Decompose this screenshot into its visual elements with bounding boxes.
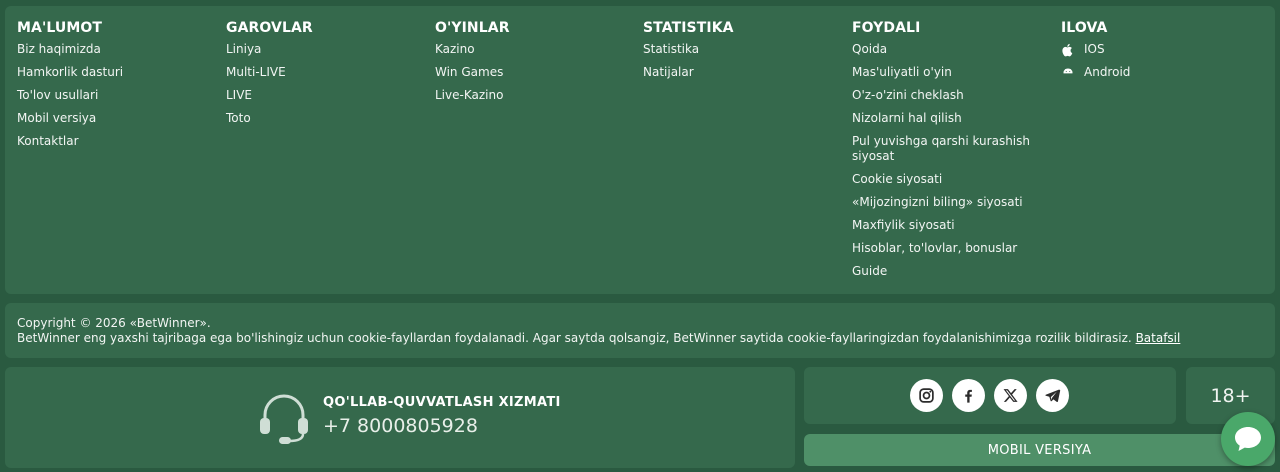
column-oyinlar: O'YINLAR Kazino Win Games Live-Kazino (435, 20, 510, 111)
column-title: O'YINLAR (435, 20, 510, 36)
link-toto[interactable]: Toto (226, 111, 313, 126)
link-ios[interactable]: IOS (1061, 42, 1130, 57)
column-ilova: ILOVA IOS Android (1061, 20, 1130, 88)
headset-icon (260, 394, 308, 444)
social-panel (804, 367, 1176, 424)
column-title: GAROVLAR (226, 20, 313, 36)
link-statistika[interactable]: Statistika (643, 42, 734, 57)
support-title: QO'LLAB-QUVVATLASH XIZMATI (323, 395, 561, 410)
link-natijalar[interactable]: Natijalar (643, 65, 734, 80)
chat-button[interactable] (1221, 412, 1275, 466)
link-masuliyatli-oyin[interactable]: Mas'uliyatli o'yin (852, 65, 1032, 80)
footer-links-panel: MA'LUMOT Biz haqimizda Hamkorlik dasturi… (5, 6, 1275, 294)
link-liniya[interactable]: Liniya (226, 42, 313, 57)
link-mijozingizni-biling[interactable]: «Mijozingizni biling» siyosati (852, 195, 1032, 210)
link-tolov-usullari[interactable]: To'lov usullari (17, 88, 123, 103)
ios-label: IOS (1084, 42, 1105, 56)
link-kazino[interactable]: Kazino (435, 42, 510, 57)
link-guide[interactable]: Guide (852, 264, 1032, 279)
link-live-kazino[interactable]: Live-Kazino (435, 88, 510, 103)
column-title: FOYDALI (852, 20, 921, 36)
link-mobil-versiya[interactable]: Mobil versiya (17, 111, 123, 126)
link-pul-yuvishga-qarshi[interactable]: Pul yuvishga qarshi kurashish siyosat (852, 134, 1032, 164)
column-title: STATISTIKA (643, 20, 734, 36)
link-win-games[interactable]: Win Games (435, 65, 510, 80)
x-icon[interactable] (994, 379, 1027, 412)
chat-icon (1235, 427, 1261, 451)
column-garovlar: GAROVLAR Liniya Multi-LIVE LIVE Toto (226, 20, 313, 134)
column-malumot: MA'LUMOT Biz haqimizda Hamkorlik dasturi… (17, 20, 123, 157)
link-hamkorlik-dasturi[interactable]: Hamkorlik dasturi (17, 65, 123, 80)
cookie-more-link[interactable]: Batafsil (1136, 331, 1181, 345)
support-phone[interactable]: +7 8000805928 (323, 415, 478, 437)
link-nizolarni-hal-qilish[interactable]: Nizolarni hal qilish (852, 111, 1032, 126)
facebook-icon[interactable] (952, 379, 985, 412)
telegram-icon[interactable] (1036, 379, 1069, 412)
link-multi-live[interactable]: Multi-LIVE (226, 65, 313, 80)
link-kontaktlar[interactable]: Kontaktlar (17, 134, 123, 149)
link-hisoblar-tolovlar[interactable]: Hisoblar, to'lovlar, bonuslar (852, 241, 1032, 256)
link-oz-ozini-cheklash[interactable]: O'z-o'zini cheklash (852, 88, 1032, 103)
link-live[interactable]: LIVE (226, 88, 313, 103)
copyright-panel: Copyright © 2026 «BetWinner». BetWinner … (5, 303, 1275, 358)
link-maxfiylik-siyosati[interactable]: Maxfiylik siyosati (852, 218, 1032, 233)
apple-icon (1062, 43, 1073, 56)
cookie-notice: BetWinner eng yaxshi tajribaga ega bo'li… (17, 331, 1180, 345)
column-foydali: FOYDALI Qoida Mas'uliyatli o'yin O'z-o'z… (852, 20, 1032, 287)
android-label: Android (1084, 65, 1131, 79)
copyright-text: Copyright © 2026 «BetWinner». (17, 316, 211, 330)
link-biz-haqimizda[interactable]: Biz haqimizda (17, 42, 123, 57)
link-cookie-siyosati[interactable]: Cookie siyosati (852, 172, 1032, 187)
cookie-text: BetWinner eng yaxshi tajribaga ega bo'li… (17, 331, 1132, 345)
mobile-version-button[interactable]: MOBIL VERSIYA (804, 434, 1275, 466)
support-panel[interactable]: QO'LLAB-QUVVATLASH XIZMATI +7 8000805928 (5, 367, 795, 468)
column-statistika: STATISTIKA Statistika Natijalar (643, 20, 734, 88)
instagram-icon[interactable] (910, 379, 943, 412)
android-icon (1063, 68, 1073, 73)
column-title: MA'LUMOT (17, 20, 103, 36)
link-android[interactable]: Android (1061, 65, 1130, 80)
link-qoida[interactable]: Qoida (852, 42, 1032, 57)
column-title: ILOVA (1061, 20, 1108, 36)
